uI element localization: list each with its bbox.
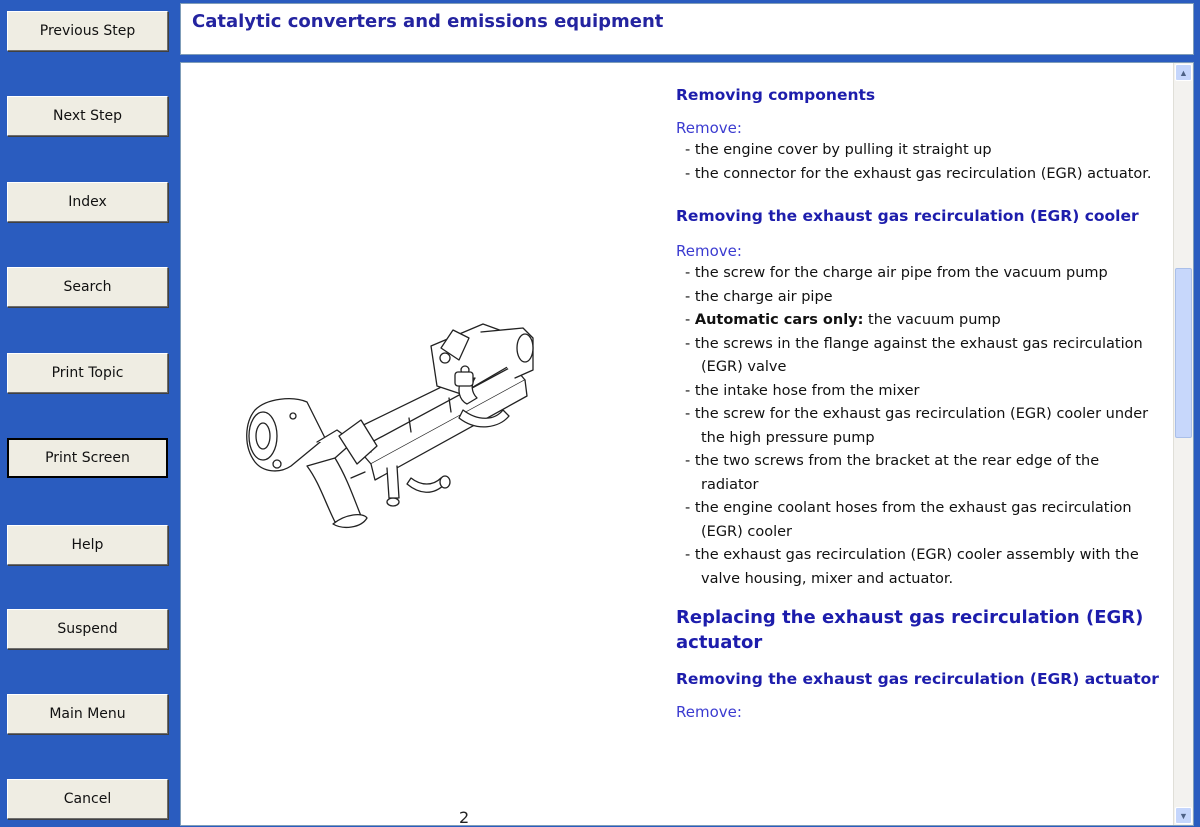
search-button[interactable]: Search	[7, 267, 168, 307]
list-item: the exhaust gas recirculation (EGR) cool…	[676, 544, 1161, 591]
list-item: the charge air pipe	[676, 286, 1161, 310]
content-pane: 2 Removing components Remove: the engine…	[180, 62, 1194, 826]
scroll-down-arrow-icon[interactable]: ▼	[1175, 807, 1192, 824]
remove-label: Remove:	[676, 703, 742, 721]
figure-number: 2	[459, 808, 470, 826]
next-step-button[interactable]: Next Step	[7, 96, 168, 136]
list-item: the engine coolant hoses from the exhaus…	[676, 497, 1161, 544]
section-heading: Replacing the exhaust gas recirculation …	[676, 607, 1144, 653]
list-item: the screws in the flange against the exh…	[676, 333, 1161, 380]
suspend-button[interactable]: Suspend	[7, 609, 168, 649]
section-heading: Removing components	[676, 86, 876, 104]
list-item: the connector for the exhaust gas recirc…	[676, 163, 1161, 187]
cancel-button[interactable]: Cancel	[7, 779, 168, 819]
page-title: Catalytic converters and emissions equip…	[192, 11, 664, 32]
remove-label: Remove:	[676, 119, 742, 137]
list-item: the screw for the charge air pipe from t…	[676, 262, 1161, 286]
scrollbar-thumb[interactable]	[1175, 268, 1192, 438]
egr-cooler-assembly-illustration	[246, 323, 534, 529]
nav-sidebar: Previous Step Next Step Index Search Pri…	[0, 0, 176, 827]
section-heading: Removing the exhaust gas recirculation (…	[676, 207, 1139, 225]
print-screen-button[interactable]: Print Screen	[7, 438, 168, 478]
list-item: the intake hose from the mixer	[676, 380, 1161, 404]
main-menu-button[interactable]: Main Menu	[7, 694, 168, 734]
help-button[interactable]: Help	[7, 525, 168, 565]
section-heading: Removing the exhaust gas recirculation (…	[676, 670, 1159, 688]
remove-label: Remove:	[676, 242, 742, 260]
previous-step-button[interactable]: Previous Step	[7, 11, 168, 51]
list-item-text: the vacuum pump	[863, 312, 1001, 328]
step-list: the engine cover by pulling it straight …	[676, 139, 1161, 186]
instructions-text: Removing components Remove: the engine c…	[676, 83, 1161, 723]
bold-qualifier: Automatic cars only:	[694, 312, 864, 328]
index-button[interactable]: Index	[7, 182, 168, 222]
print-topic-button[interactable]: Print Topic	[7, 353, 168, 393]
title-bar: Catalytic converters and emissions equip…	[180, 3, 1194, 55]
list-item: the screw for the exhaust gas recirculat…	[676, 403, 1161, 450]
vertical-scrollbar[interactable]: ▲ ▼	[1173, 63, 1193, 825]
step-list: the screw for the charge air pipe from t…	[676, 262, 1161, 591]
list-item: Automatic cars only: the vacuum pump	[676, 309, 1161, 333]
scroll-up-arrow-icon[interactable]: ▲	[1175, 64, 1192, 81]
list-item: the two screws from the bracket at the r…	[676, 450, 1161, 497]
list-item: the engine cover by pulling it straight …	[676, 139, 1161, 163]
